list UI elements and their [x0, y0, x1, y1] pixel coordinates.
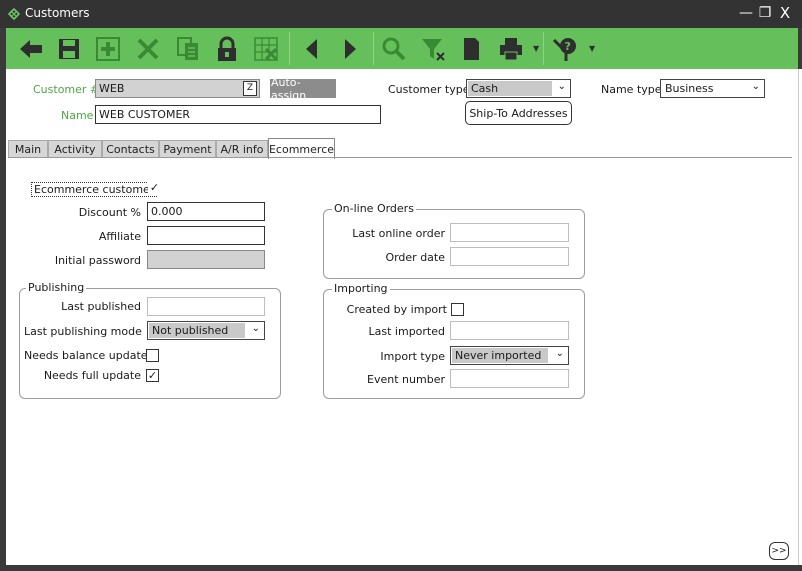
name-field[interactable]: WEB CUSTOMER [95, 105, 381, 124]
lock-icon [218, 36, 236, 61]
maximize-button[interactable]: ❐ [757, 4, 773, 22]
import-type-select[interactable]: Never imported ⌄ [450, 346, 569, 365]
delete-button[interactable] [132, 33, 164, 65]
created-by-import-label: Created by import [346, 303, 447, 316]
add-icon [96, 37, 120, 61]
last-publishing-mode-label: Last publishing mode [24, 325, 142, 338]
needs-balance-update-checkbox[interactable] [146, 349, 159, 362]
delete-icon [137, 38, 159, 60]
name-label: Name [61, 109, 94, 122]
tab-contacts[interactable]: Contacts [102, 140, 159, 158]
import-type-label: Import type [380, 350, 445, 363]
toolbar-separator [289, 32, 290, 65]
tab-payment[interactable]: Payment [159, 140, 216, 158]
print-dropdown-chevron-icon[interactable]: ▼ [533, 44, 541, 53]
customer-lookup-icon[interactable]: Z [243, 81, 257, 96]
back-button[interactable] [15, 33, 47, 65]
discount-field[interactable]: 0.000 [147, 202, 265, 221]
last-imported-field [450, 321, 569, 340]
print-icon [500, 38, 522, 61]
print-button[interactable] [495, 33, 527, 65]
online-orders-group-title: On-line Orders [332, 202, 416, 215]
toolbar-separator [543, 32, 544, 65]
auto-assign-button[interactable]: Auto-assign [270, 76, 336, 102]
expand-panel-button[interactable]: >> [769, 542, 789, 560]
needs-full-update-checkbox[interactable]: ✓ [146, 369, 159, 382]
chevron-down-icon: ⌄ [555, 348, 564, 359]
ship-to-addresses-button[interactable]: Ship-To Addresses [465, 101, 572, 125]
order-date-field [450, 247, 569, 266]
customer-type-select[interactable]: Cash ⌄ [466, 79, 571, 98]
last-publishing-mode-select[interactable]: Not published ⌄ [147, 321, 265, 340]
filter-clear-button[interactable] [417, 33, 449, 65]
app-icon [7, 7, 21, 21]
last-online-order-label: Last online order [352, 227, 445, 240]
svg-text:?: ? [565, 40, 571, 53]
window-bottom-border [0, 565, 802, 571]
event-number-field [450, 369, 569, 388]
title-bar: Customers — ❐ X [0, 0, 802, 28]
tab-ecommerce[interactable]: Ecommerce [268, 138, 335, 159]
discount-label: Discount % [78, 206, 141, 219]
copy-icon [177, 37, 198, 60]
last-published-field [147, 297, 265, 316]
toolbar: ▼ ? ▼ [6, 28, 798, 69]
last-online-order-field [450, 223, 569, 242]
affiliate-label: Affiliate [98, 230, 141, 243]
toolbar-separator [373, 32, 374, 65]
search-icon [382, 37, 406, 61]
window-edge [798, 69, 802, 571]
initial-password-label: Initial password [54, 254, 141, 267]
needs-full-update-label: Needs full update [43, 369, 141, 382]
save-icon [59, 39, 79, 59]
tab-ar-info[interactable]: A/R info [216, 140, 268, 158]
customer-number-label: Customer # [33, 83, 100, 96]
help-dropdown-chevron-icon[interactable]: ▼ [589, 44, 597, 53]
last-imported-label: Last imported [368, 325, 445, 338]
affiliate-field[interactable] [147, 226, 265, 245]
event-number-label: Event number [367, 373, 445, 386]
next-icon [345, 39, 356, 59]
copy-button[interactable] [172, 33, 204, 65]
document-button[interactable] [455, 33, 487, 65]
needs-balance-update-label: Needs balance update [24, 349, 148, 362]
minimize-button[interactable]: — [738, 4, 754, 22]
name-type-label: Name type [601, 83, 662, 96]
help-button[interactable]: ? [549, 33, 581, 65]
tab-main[interactable]: Main [8, 140, 48, 158]
search-button[interactable] [378, 33, 410, 65]
online-orders-group: On-line Orders [323, 202, 585, 279]
chevron-down-icon: ⌄ [751, 81, 760, 92]
chevron-down-icon: ⌄ [251, 323, 260, 334]
help-icon: ? [552, 38, 576, 61]
publishing-group-title: Publishing [26, 281, 87, 294]
importing-group-title: Importing [332, 282, 390, 295]
grid-delete-icon [254, 37, 278, 61]
ecommerce-customer-checkbox[interactable]: ✓ [148, 182, 161, 195]
chevron-down-icon: ⌄ [557, 81, 566, 92]
lock-button[interactable] [211, 33, 243, 65]
previous-button[interactable] [296, 33, 328, 65]
order-date-label: Order date [385, 251, 445, 264]
initial-password-field [147, 250, 265, 269]
next-button[interactable] [334, 33, 366, 65]
name-type-select[interactable]: Business ⌄ [660, 79, 765, 98]
window-title: Customers [25, 6, 90, 20]
tab-divider [8, 157, 792, 158]
close-button[interactable]: X [777, 4, 793, 22]
customer-number-field[interactable]: WEB [95, 79, 260, 98]
created-by-import-checkbox[interactable] [451, 303, 464, 316]
back-arrow-icon [20, 40, 42, 58]
document-icon [464, 38, 479, 60]
filter-clear-icon [422, 39, 445, 61]
last-published-label: Last published [61, 300, 141, 313]
add-button[interactable] [92, 33, 124, 65]
customer-type-label: Customer type [388, 83, 470, 96]
previous-icon [306, 39, 317, 59]
ecommerce-customer-label: Ecommerce customer [31, 182, 158, 197]
tab-activity[interactable]: Activity [48, 140, 102, 158]
save-button[interactable] [53, 33, 85, 65]
grid-delete-button[interactable] [250, 33, 282, 65]
